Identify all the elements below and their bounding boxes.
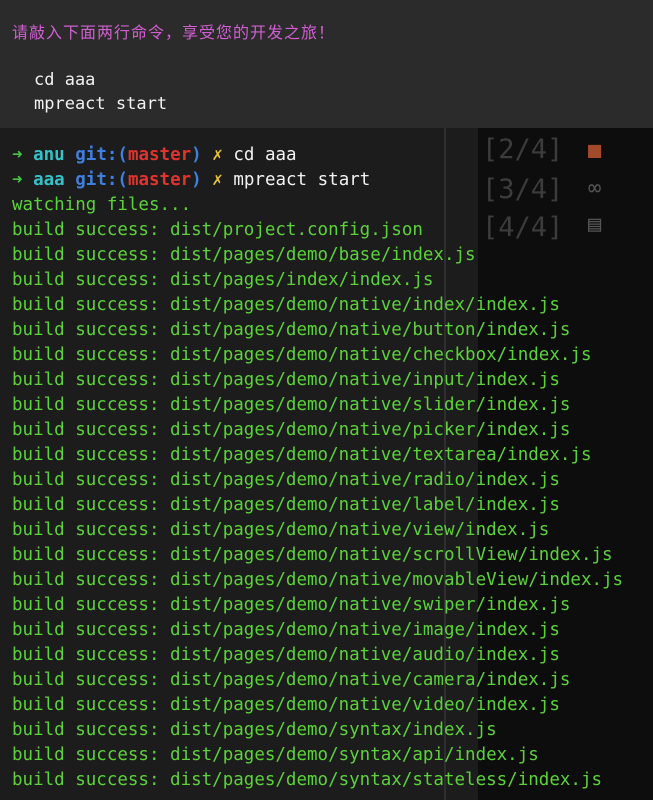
output-line: build success: dist/pages/demo/native/im… <box>12 620 560 640</box>
prompt-git-label: git:( <box>75 145 128 165</box>
terminal-output: ➜ anu git:(master) ✗ cd aaa ➜ aaa git:(m… <box>12 143 623 793</box>
output-line: build success: dist/pages/demo/native/au… <box>12 645 560 665</box>
prompt-line: ➜ aaa git:(master) ✗ mpreact start <box>12 168 623 193</box>
dirty-mark-icon: ✗ <box>212 145 223 165</box>
output-line: build success: dist/pages/demo/native/vi… <box>12 695 560 715</box>
prompt-branch: master <box>127 170 192 190</box>
prompt-git-close: ) <box>191 170 202 190</box>
output-line: watching files... <box>12 195 192 215</box>
prompt-line: ➜ anu git:(master) ✗ cd aaa <box>12 143 623 168</box>
output-line: build success: dist/pages/demo/native/te… <box>12 445 592 465</box>
output-line: build success: dist/pages/demo/native/mo… <box>12 570 624 590</box>
prompt-git-label: git:( <box>75 170 128 190</box>
prompt-git-close: ) <box>191 145 202 165</box>
output-line: build success: dist/pages/demo/native/sw… <box>12 595 571 615</box>
terminal-window[interactable]: [2/4] [3/4] [4/4] ■ ∞ ▤ ➜ anu git:(maste… <box>0 128 653 800</box>
output-line: build success: dist/pages/demo/syntax/st… <box>12 770 603 790</box>
prompt-branch: master <box>127 145 192 165</box>
output-line: build success: dist/pages/demo/native/bu… <box>12 320 571 340</box>
output-line: build success: dist/pages/demo/syntax/ap… <box>12 745 539 765</box>
prompt-directory: aaa <box>33 170 65 190</box>
output-line: build success: dist/pages/demo/native/vi… <box>12 520 550 540</box>
prompt-arrow-icon: ➜ <box>12 145 23 165</box>
command-line-1: cd aaa <box>34 70 96 90</box>
output-line: build success: dist/pages/demo/native/la… <box>12 495 560 515</box>
output-line: build success: dist/pages/demo/native/ca… <box>12 670 571 690</box>
output-line: build success: dist/pages/demo/syntax/in… <box>12 720 497 740</box>
output-line: build success: dist/pages/demo/native/pi… <box>12 420 571 440</box>
prompt-command: cd aaa <box>233 145 297 165</box>
command-line-2: mpreact start <box>34 94 168 114</box>
prompt-command: mpreact start <box>233 170 371 190</box>
banner-message: 请敲入下面两行命令，享受您的开发之旅！ <box>12 23 336 42</box>
output-line: build success: dist/pages/demo/native/sc… <box>12 545 613 565</box>
output-line: build success: dist/pages/demo/native/ra… <box>12 470 560 490</box>
instruction-banner: 请敲入下面两行命令，享受您的开发之旅！ <box>0 0 653 67</box>
output-line: build success: dist/pages/demo/native/in… <box>12 295 560 315</box>
dirty-mark-icon: ✗ <box>212 170 223 190</box>
prompt-arrow-icon: ➜ <box>12 170 23 190</box>
prompt-directory: anu <box>33 145 65 165</box>
output-line: build success: dist/pages/index/index.js <box>12 270 434 290</box>
output-line: build success: dist/project.config.json <box>12 220 423 240</box>
output-line: build success: dist/pages/demo/base/inde… <box>12 245 476 265</box>
output-line: build success: dist/pages/demo/native/in… <box>12 370 560 390</box>
output-line: build success: dist/pages/demo/native/sl… <box>12 395 571 415</box>
command-block: cd aaa mpreact start <box>0 66 653 128</box>
output-line: build success: dist/pages/demo/native/ch… <box>12 345 592 365</box>
